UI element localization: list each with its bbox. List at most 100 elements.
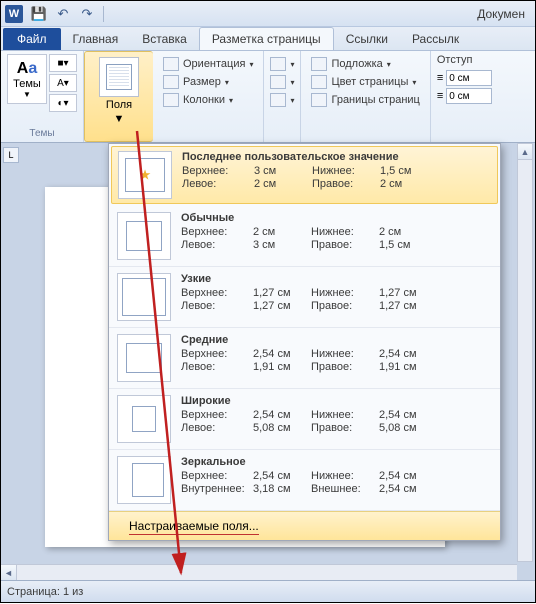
margin-preset-values: Верхнее:2 смНижнее:2 смЛевое:3 смПравое:… [181,226,492,251]
margin-preset-item[interactable]: Обычные Верхнее:2 смНижнее:2 смЛевое:3 см… [109,206,500,267]
group-label-themes: Темы [7,128,77,141]
custom-margins-button[interactable]: Настраиваемые поля... [109,511,500,540]
margin-preset-title: Последнее пользовательское значение [182,151,491,163]
ruler-corner[interactable]: L [3,147,19,163]
indent-left-row: ≡ [437,70,492,86]
orientation-button[interactable]: Ориентация ▾ [159,56,257,72]
margin-preset-title: Узкие [181,273,492,285]
group-breaks: ▾ ▾ ▾ [264,51,301,142]
page-color-icon [311,75,327,89]
themes-label: Темы [13,78,41,90]
margin-preset-values: Верхнее:2,54 смНижнее:2,54 смВнутреннее:… [181,470,492,495]
indent-right-input[interactable] [446,88,492,104]
margin-preset-icon [117,395,171,443]
page-color-button[interactable]: Цвет страницы ▾ [307,74,423,90]
indent-right-icon: ≡ [437,90,443,102]
margin-preset-text: Средние Верхнее:2,54 смНижнее:2,54 смЛево… [181,334,492,382]
theme-fonts-button[interactable]: A▾ [49,74,77,92]
file-tab[interactable]: Файл [3,28,61,50]
margins-icon [99,57,139,97]
tab-home[interactable]: Главная [61,28,131,50]
margin-preset-text: Обычные Верхнее:2 смНижнее:2 смЛевое:3 см… [181,212,492,260]
breaks-icon [270,57,286,71]
margin-preset-values: Верхнее:2,54 смНижнее:2,54 смЛевое:5,08 … [181,409,492,434]
status-page: Страница: 1 из [7,586,83,598]
page-borders-button[interactable]: Границы страниц [307,92,423,108]
watermark-label: Подложка [331,58,382,70]
margin-preset-icon [117,334,171,382]
margin-preset-values: Верхнее:2,54 смНижнее:2,54 смЛевое:1,91 … [181,348,492,373]
themes-icon: Aa [17,60,37,78]
margin-preset-values: Верхнее:3 смНижнее:1,5 смЛевое:2 смПраво… [182,165,491,190]
margin-preset-item[interactable]: Средние Верхнее:2,54 смНижнее:2,54 смЛево… [109,328,500,389]
margin-preset-item[interactable]: Узкие Верхнее:1,27 смНижнее:1,27 смЛевое:… [109,267,500,328]
chevron-down-icon: ▼ [114,113,125,125]
page-color-label: Цвет страницы [331,76,408,88]
watermark-button[interactable]: Подложка ▾ [307,56,423,72]
margins-dropdown: Последнее пользовательское значение Верхн… [108,143,501,541]
indent-left-input[interactable] [446,70,492,86]
save-icon[interactable]: 💾 [29,4,49,24]
undo-icon[interactable]: ↶ [53,4,73,24]
tab-references[interactable]: Ссылки [334,28,400,50]
margin-preset-values: Верхнее:1,27 смНижнее:1,27 смЛевое:1,27 … [181,287,492,312]
margins-label: Поля [106,99,132,111]
margin-preset-text: Зеркальное Верхнее:2,54 смНижнее:2,54 смВ… [181,456,492,504]
margins-button[interactable]: Поля ▼ [91,55,147,127]
size-label: Размер [183,76,221,88]
status-bar: Страница: 1 из [1,580,535,602]
margin-preset-icon [117,212,171,260]
margin-preset-text: Широкие Верхнее:2,54 смНижнее:2,54 смЛево… [181,395,492,443]
window-title: Докумен [106,7,531,21]
vertical-scrollbar[interactable]: ▲ [517,143,533,562]
tab-page-layout[interactable]: Разметка страницы [199,27,334,50]
margin-preset-icon [118,151,172,199]
columns-button[interactable]: Колонки ▾ [159,92,257,108]
margin-preset-title: Зеркальное [181,456,492,468]
indent-heading: Отступ [437,54,492,68]
group-margins: Поля ▼ [84,51,153,142]
line-numbers-button[interactable]: ▾ [266,74,298,90]
margin-preset-icon [117,273,171,321]
group-page-background: Подложка ▾ Цвет страницы ▾ Границы стран… [301,51,430,142]
tab-insert[interactable]: Вставка [130,28,199,50]
borders-icon [311,93,327,107]
watermark-icon [311,57,327,71]
breaks-button[interactable]: ▾ [266,56,298,72]
scroll-up-button[interactable]: ▲ [518,144,532,160]
margin-preset-title: Средние [181,334,492,346]
indent-left-icon: ≡ [437,72,443,84]
group-indent: Отступ ≡ ≡ [431,51,498,142]
ribbon-tabs: Файл Главная Вставка Разметка страницы С… [1,27,535,51]
tab-mailings[interactable]: Рассылк [400,28,471,50]
margin-preset-icon [117,456,171,504]
size-button[interactable]: Размер ▾ [159,74,257,90]
quick-access-toolbar: 💾 ↶ ↷ [29,4,106,24]
themes-button[interactable]: Aa Темы ▼ [7,54,47,104]
group-page-setup: Ориентация ▾ Размер ▾ Колонки ▾ [153,51,264,142]
redo-icon[interactable]: ↷ [77,4,97,24]
horizontal-scrollbar[interactable]: ◄ [1,564,517,580]
margin-preset-item[interactable]: Последнее пользовательское значение Верхн… [111,146,498,204]
margin-preset-text: Узкие Верхнее:1,27 смНижнее:1,27 смЛевое:… [181,273,492,321]
margin-preset-item[interactable]: Широкие Верхнее:2,54 смНижнее:2,54 смЛево… [109,389,500,450]
margin-preset-title: Широкие [181,395,492,407]
theme-effects-button[interactable]: ◐▾ [49,94,77,112]
size-icon [163,75,179,89]
margin-preset-text: Последнее пользовательское значение Верхн… [182,151,491,199]
word-icon: W [5,5,23,23]
hyphenation-button[interactable]: ▾ [266,92,298,108]
hyphenation-icon [270,93,286,107]
orientation-label: Ориентация [183,58,245,70]
ribbon: Aa Темы ▼ ■▾ A▾ ◐▾ Темы Поля ▼ Ориентаци… [1,51,535,143]
separator [103,6,104,22]
columns-icon [163,93,179,107]
title-bar: W 💾 ↶ ↷ Докумен [1,1,535,27]
margin-preset-item[interactable]: Зеркальное Верхнее:2,54 смНижнее:2,54 смВ… [109,450,500,511]
line-numbers-icon [270,75,286,89]
margin-preset-title: Обычные [181,212,492,224]
scroll-left-button[interactable]: ◄ [1,565,17,580]
theme-colors-button[interactable]: ■▾ [49,54,77,72]
orientation-icon [163,57,179,71]
custom-margins-label: Настраиваемые поля... [129,519,259,535]
